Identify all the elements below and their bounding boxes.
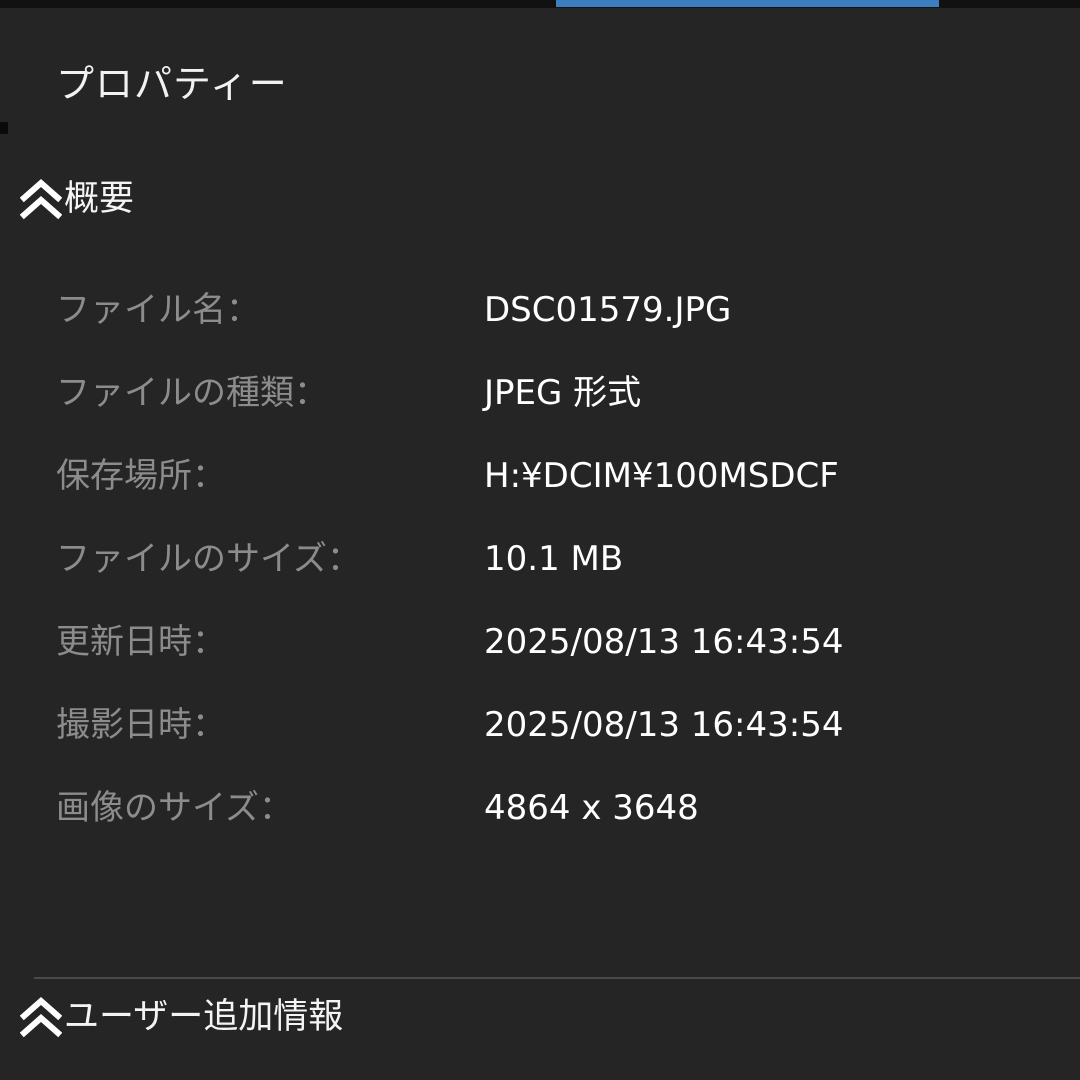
property-value: 2025/08/13 16:43:54	[484, 705, 844, 745]
property-row-modified: 更新日時： 2025/08/13 16:43:54	[56, 612, 1056, 672]
property-label: ファイルのサイズ：	[56, 539, 361, 579]
property-value: JPEG 形式	[484, 373, 642, 413]
property-row-file-type: ファイルの種類： JPEG 形式	[56, 363, 1056, 423]
section-header-user-info[interactable]: ユーザー追加情報	[20, 992, 343, 1042]
property-value: H:¥DCIM¥100MSDCF	[484, 456, 839, 496]
active-tab-indicator[interactable]	[556, 0, 939, 7]
section-header-summary[interactable]: 概要	[20, 174, 134, 224]
section-label-user-info: ユーザー追加情報	[64, 997, 344, 1037]
property-value: 4864 x 3648	[484, 788, 699, 828]
left-edge-marker	[0, 122, 8, 134]
property-row-file-name: ファイル名： DSC01579.JPG	[56, 280, 1056, 340]
double-chevron-up-icon	[20, 178, 62, 220]
property-row-file-size: ファイルのサイズ： 10.1 MB	[56, 529, 1056, 589]
property-label: ファイル名：	[56, 290, 260, 330]
section-label-summary: 概要	[64, 179, 135, 219]
properties-panel: プロパティー 概要 ファイル名： DSC01579.JPG ファイルの種類： J…	[0, 0, 1080, 1080]
property-row-location: 保存場所： H:¥DCIM¥100MSDCF	[56, 446, 1056, 506]
property-value: 10.1 MB	[484, 539, 624, 579]
property-row-dimensions: 画像のサイズ： 4864 x 3648	[56, 778, 1056, 838]
property-label: 画像のサイズ：	[56, 788, 293, 828]
property-label: 更新日時：	[56, 622, 226, 662]
property-value: 2025/08/13 16:43:54	[484, 622, 844, 662]
property-label: ファイルの種類：	[56, 373, 328, 413]
panel-title: プロパティー	[56, 62, 288, 106]
property-label: 撮影日時：	[56, 705, 226, 745]
section-divider	[34, 977, 1080, 979]
property-label: 保存場所：	[56, 456, 226, 496]
property-row-taken: 撮影日時： 2025/08/13 16:43:54	[56, 695, 1056, 755]
double-chevron-up-icon	[20, 996, 62, 1038]
property-value: DSC01579.JPG	[484, 290, 732, 330]
